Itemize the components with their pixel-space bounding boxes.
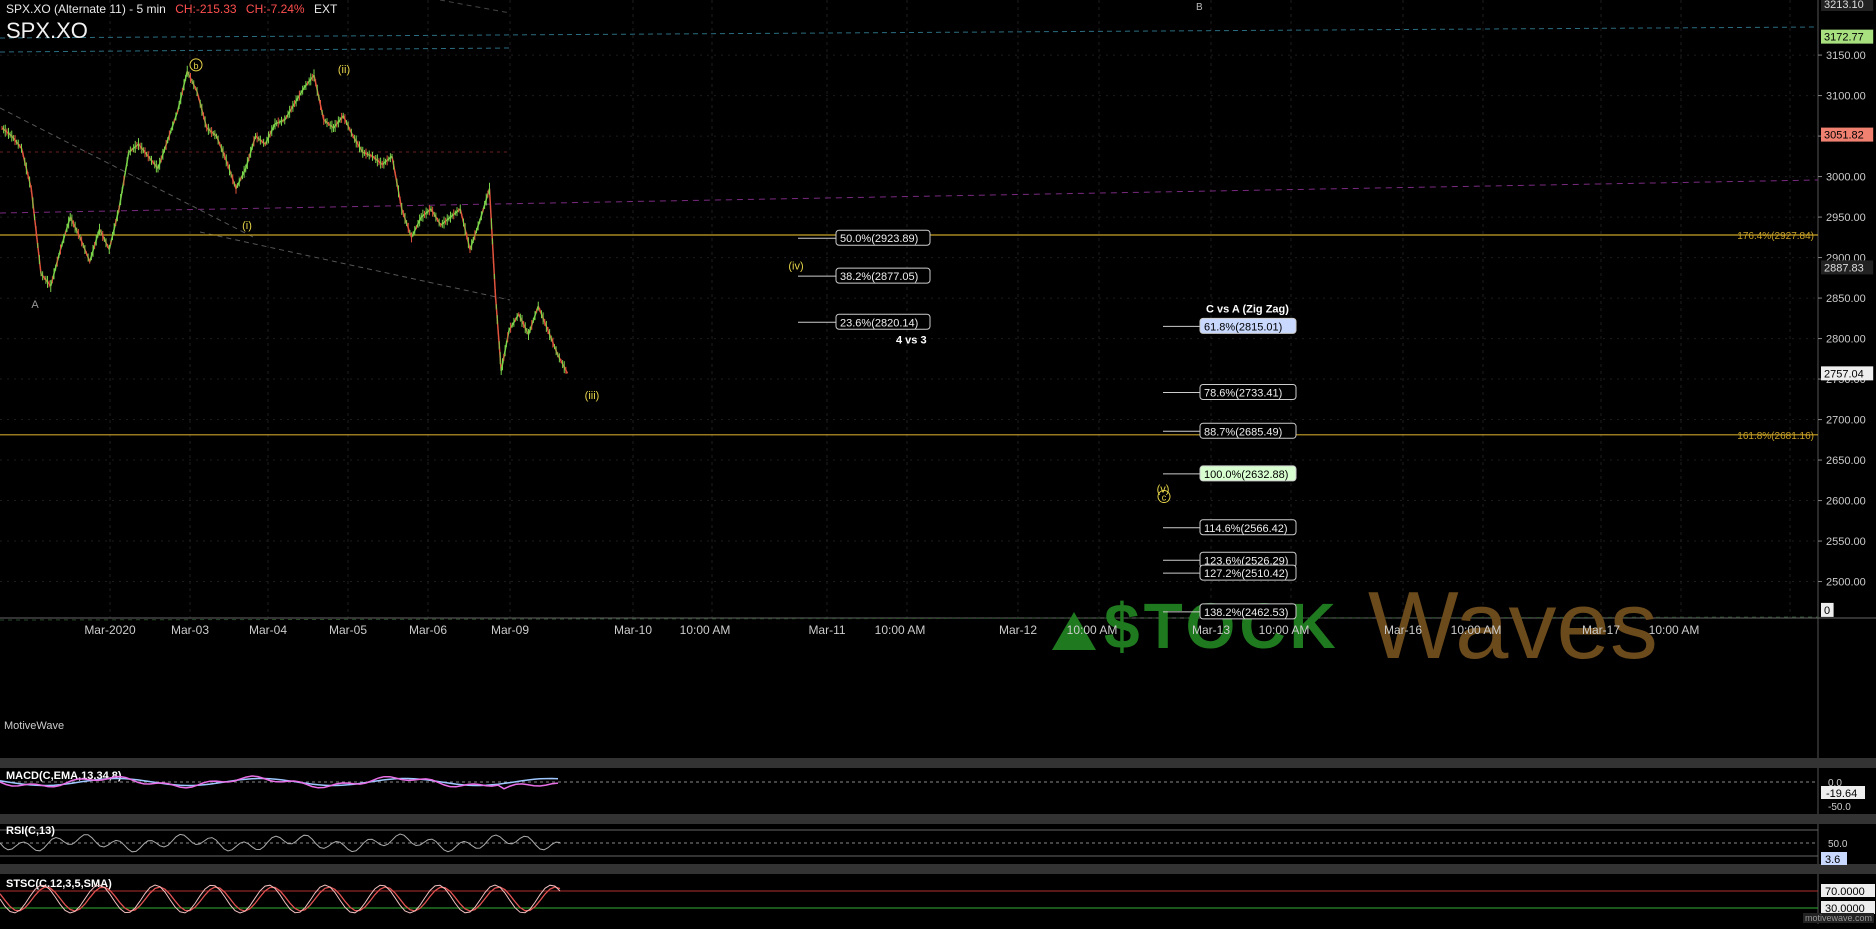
wave-label: (ii) (338, 64, 350, 76)
wave-labels: Ab(i)(ii)(iii)(iv)(v)c (31, 58, 1171, 504)
price-tag-label: 2757.04 (1824, 368, 1864, 380)
wave-label: (i) (242, 220, 252, 232)
grid-layer (0, 0, 1876, 924)
x-tick-label: Mar-10 (614, 623, 652, 637)
level-layer: 176.4%(2927.84) 161.8%(2681.16) (0, 0, 1819, 621)
stsc-tick: 70.0000 (1825, 886, 1865, 898)
trend-line (199, 231, 511, 301)
y-tick-label: 2850.00 (1826, 293, 1866, 305)
watermark-label: motivewave.com (1802, 913, 1874, 923)
wave-label: c (1162, 493, 1167, 503)
session-label: EXT (313, 2, 338, 16)
x-axis: Mar-2020 Mar-03 Mar-04 Mar-05 Mar-06 Mar-09 Ma… (84, 623, 1699, 637)
price-tag-label: 0 (1824, 605, 1830, 617)
y-tick-label: 2800.00 (1826, 334, 1866, 346)
chart-stage[interactable]: 176.4%(2927.84) 161.8%(2681.16) $TOCK Wave… (0, 0, 1876, 924)
price-series (1, 65, 569, 375)
chart-header: SPX.XO (Alternate 11) - 5 min CH:-215.33… (6, 2, 337, 16)
y-tick-label: 3100.00 (1826, 91, 1866, 103)
wave-label: b (193, 61, 198, 71)
panel-separator (0, 864, 1876, 874)
x-tick-label: Mar-09 (491, 623, 529, 637)
brand-label: MotiveWave (4, 720, 65, 732)
fib-extension-label: 88.7%(2685.49) (1204, 426, 1282, 438)
wave-label: (iv) (788, 261, 803, 273)
x-tick-label: Mar-12 (999, 623, 1037, 637)
x-tick-label: 10:00 AM (1451, 623, 1502, 637)
panel-separator (0, 758, 1876, 768)
x-tick-label: 10:00 AM (1259, 623, 1310, 637)
trend-line (439, 0, 511, 14)
y-tick-label: 2650.00 (1826, 455, 1866, 467)
x-tick-label: Mar-11 (808, 623, 845, 637)
chart-title: SPX.XO (6, 18, 88, 43)
y-tick-label: 3150.00 (1826, 50, 1866, 62)
fib-retracement-label: 38.2%(2877.05) (840, 271, 918, 283)
x-tick-label: Mar-2020 (84, 623, 136, 637)
magenta-level (0, 179, 1819, 214)
x-tick-label: 10:00 AM (1067, 623, 1118, 637)
stsc-title: STSC(C,12,3,5,SMA) (6, 878, 112, 890)
fib-extension-label: 127.2%(2510.42) (1204, 568, 1288, 580)
y-tick-label: 2550.00 (1826, 536, 1866, 548)
price-tag-label: 3213.10 (1824, 0, 1864, 11)
x-tick-label: Mar-04 (249, 623, 287, 637)
fib-retracement-label: 23.6%(2820.14) (840, 317, 918, 329)
cyan-level (0, 26, 1819, 39)
y-tick-label: 3000.00 (1826, 172, 1866, 184)
x-tick-label: Mar-16 (1384, 623, 1422, 637)
fib-extension-label: 78.6%(2733.41) (1204, 387, 1282, 399)
rsi-title: RSI(C,13) (6, 825, 55, 837)
x-tick-label: 10:00 AM (1649, 623, 1700, 637)
x-tick-label: Mar-06 (409, 623, 447, 637)
stockwaves-logo: $TOCK Waves (1052, 572, 1658, 679)
rsi-value: 3.6 (1825, 854, 1840, 866)
rsi-tick: 50.0 (1828, 839, 1848, 850)
fib-extension-label: 161.8%(2681.16) (1737, 431, 1814, 442)
price-tag-label: 3051.82 (1824, 130, 1864, 142)
fib-extension-label: 100.0%(2632.88) (1204, 469, 1288, 481)
y-tick-label: 2600.00 (1826, 496, 1866, 508)
symbol-line: SPX.XO (Alternate 11) - 5 min (6, 2, 166, 16)
annotation-4vs3: 4 vs 3 (896, 334, 927, 346)
price-tag-label: 2887.83 (1824, 262, 1864, 274)
price-tag-label: 3172.77 (1824, 32, 1864, 44)
x-tick-label: Mar-03 (171, 623, 209, 637)
x-tick-label: Mar-17 (1582, 623, 1620, 637)
fib-extension-label: 61.8%(2815.01) (1204, 321, 1282, 333)
wave-label: A (31, 299, 39, 311)
macd-tick: -50.0 (1828, 802, 1851, 813)
change-points: CH:-215.33 (175, 2, 237, 16)
y-tick-label: 2950.00 (1826, 212, 1866, 224)
fib-extension-label: 138.2%(2462.53) (1204, 607, 1288, 619)
x-tick-label: 10:00 AM (680, 623, 731, 637)
change-percent: CH:-7.24% (245, 2, 305, 16)
chart-canvas[interactable]: 176.4%(2927.84) 161.8%(2681.16) $TOCK Wave… (0, 0, 1876, 924)
annotation-c-vs-a: C vs A (Zig Zag) (1206, 303, 1289, 315)
macd-title: MACD(C,EMA,13,34,8) (6, 770, 122, 782)
x-tick-label: 10:00 AM (875, 623, 926, 637)
fib-extension-label: 114.6%(2566.42) (1204, 523, 1288, 535)
panel-separator (0, 814, 1876, 824)
cyan-level (0, 47, 511, 53)
wave-label: (iii) (585, 390, 600, 402)
indicator-panels: MACD(C,EMA,13,34,8)0.0-50.0-19.64RSI(C,1… (0, 758, 1876, 915)
x-tick-label: Mar-05 (329, 623, 367, 637)
macd-value: -19.64 (1826, 788, 1857, 800)
y-axis: 3150.003100.003050.003000.002950.002900.… (1818, 0, 1874, 617)
fib-extension-label: 176.4%(2927.84) (1737, 231, 1814, 242)
y-tick-label: 2700.00 (1826, 415, 1866, 427)
trend-line (0, 107, 256, 239)
fib-layer: 50.0%(2923.89) 38.2%(2877.05) 23.6%(2820.1… (798, 2, 1297, 620)
y-tick-label: 2500.00 (1826, 577, 1866, 589)
x-tick-label: Mar-13 (1192, 623, 1230, 637)
annotation-b: B (1196, 2, 1203, 13)
fib-retracement-label: 50.0%(2923.89) (840, 233, 918, 245)
